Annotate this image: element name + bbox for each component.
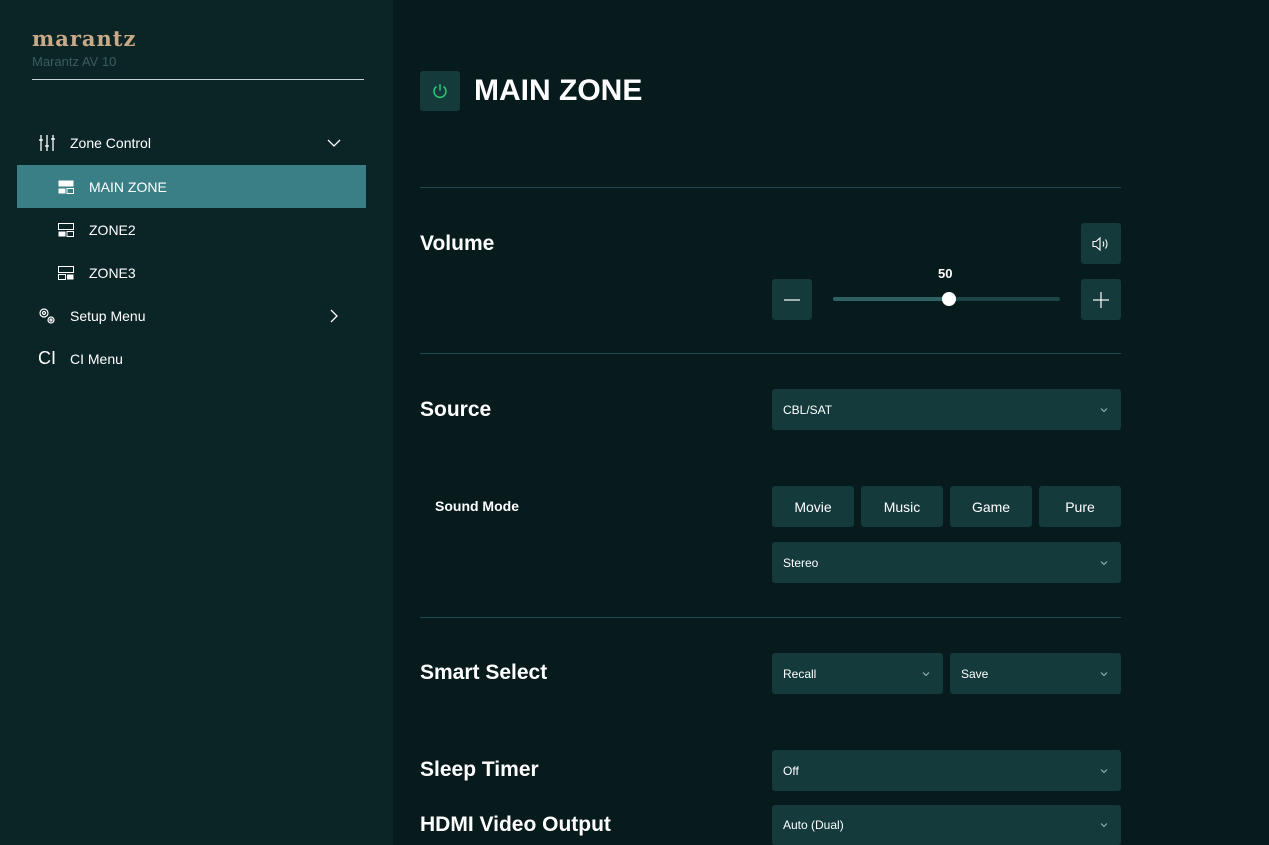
sound-mode-value: Stereo [783,555,819,570]
source-value: CBL/SAT [783,402,833,417]
sidebar-item-zone2[interactable]: ZONE2 [17,208,366,251]
hdmi-video-output-select[interactable]: Auto (Dual) [772,805,1121,845]
sound-mode-pure-button[interactable]: Pure [1039,486,1121,527]
smart-select-recall-select[interactable]: Recall [772,653,943,694]
minus-icon [784,298,800,301]
volume-slider[interactable] [833,292,1060,306]
sidebar-item-label: ZONE2 [89,221,136,238]
sidebar-item-setup-menu[interactable]: Setup Menu [17,294,366,337]
brand-logo: marantz [32,26,137,51]
divider [420,353,1121,354]
sleep-timer-value: Off [783,763,799,778]
chevron-down-icon [327,139,341,147]
sound-mode-movie-button[interactable]: Movie [772,486,854,527]
page-title: MAIN ZONE [474,74,643,107]
sound-mode-label: Sound Mode [435,498,519,514]
sidebar-divider [32,79,364,80]
speaker-icon [1092,236,1108,251]
sidebar-item-label: ZONE3 [89,264,136,281]
volume-label: Volume [420,232,495,255]
volume-value: 50 [938,266,953,281]
divider [420,187,1121,188]
volume-up-button[interactable] [1081,279,1121,320]
source-label: Source [420,398,492,421]
chevron-down-icon [1100,768,1108,773]
chevron-down-icon [1100,560,1108,565]
hdmi-video-output-label: HDMI Video Output [420,813,611,836]
sidebar-item-label: Setup Menu [70,307,146,324]
ci-icon: CI [38,348,56,368]
plus-icon [1093,291,1109,308]
sound-mode-music-button[interactable]: Music [861,486,943,527]
sound-mode-game-button[interactable]: Game [950,486,1032,527]
volume-down-button[interactable] [772,279,812,320]
sidebar-item-label: MAIN ZONE [89,178,167,195]
chevron-down-icon [1100,671,1108,676]
zone-icon [57,264,75,282]
device-model: Marantz AV 10 [32,54,117,69]
sidebar-item-main-zone[interactable]: MAIN ZONE [17,165,366,208]
source-select[interactable]: CBL/SAT [772,389,1121,430]
sleep-timer-label: Sleep Timer [420,758,539,781]
volume-slider-fill [833,297,949,301]
chevron-down-icon [1100,407,1108,412]
sidebar-item-label: Zone Control [70,134,151,151]
power-icon [433,84,447,98]
zone-icon [57,178,75,196]
volume-slider-thumb[interactable] [941,292,956,306]
mute-button[interactable] [1081,223,1121,264]
smart-select-save-select[interactable]: Save [950,653,1121,694]
sidebar-item-zone3[interactable]: ZONE3 [17,251,366,294]
hdmi-video-output-value: Auto (Dual) [783,818,844,832]
chevron-down-icon [1100,823,1108,828]
sidebar: marantz Marantz AV 10 Zone Control MAIN … [0,0,393,845]
smart-select-save-value: Save [961,666,989,681]
divider [420,617,1121,618]
sliders-icon [38,134,56,152]
sidebar-item-ci-menu[interactable]: CI CI Menu [17,337,366,380]
power-button[interactable] [420,71,460,111]
smart-select-recall-value: Recall [783,666,817,681]
sound-mode-select[interactable]: Stereo [772,542,1121,583]
chevron-right-icon [330,309,338,322]
sleep-timer-select[interactable]: Off [772,750,1121,791]
sidebar-item-zone-control[interactable]: Zone Control [17,121,366,164]
chevron-down-icon [922,671,930,676]
sidebar-item-label: CI Menu [70,350,123,367]
gears-icon [38,307,56,325]
smart-select-label: Smart Select [420,661,548,684]
zone-icon [57,221,75,239]
